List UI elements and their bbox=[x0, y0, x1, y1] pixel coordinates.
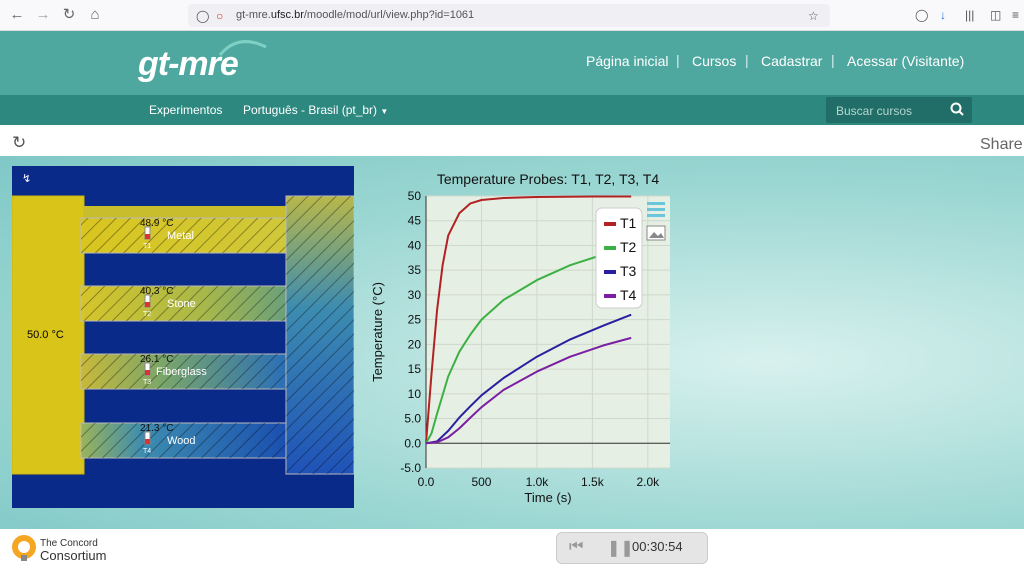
source-temp: 50.0 °C bbox=[27, 329, 64, 341]
probe-label: T2 bbox=[143, 311, 151, 318]
pause-button[interactable]: ❚❚ bbox=[607, 538, 634, 558]
reset-button[interactable]: ⏮ bbox=[569, 538, 583, 556]
y-tick-label: 10 bbox=[408, 387, 422, 401]
brand-line2: Consortium bbox=[40, 548, 107, 563]
x-tick-label: 1.0k bbox=[526, 475, 550, 489]
probe-temp: 48.9 °C bbox=[140, 218, 173, 229]
concord-brand: The Concord Consortium bbox=[40, 538, 106, 562]
sidebar-icon[interactable]: ◫ bbox=[990, 7, 1001, 23]
x-axis-ticks: 0.0 500 1.0k 1.5k 2.0k bbox=[418, 475, 660, 489]
browser-toolbar: ← → ↻ ⌂ ◯ ○ gt-mre.ufsc.br/moodle/mod/ur… bbox=[0, 0, 1024, 31]
interactive-stage: ↯ 50.0 °C 48.9 °C Metal T1 40.3 °C Stone… bbox=[0, 156, 1024, 529]
nav-home[interactable]: Página inicial bbox=[586, 53, 669, 69]
nav-separator: | bbox=[745, 52, 749, 68]
y-tick-label: 50 bbox=[408, 189, 422, 203]
y-tick-label: 25 bbox=[408, 313, 422, 327]
y-tick-label: 0.0 bbox=[404, 436, 421, 450]
elapsed-time: 00:30:54 bbox=[632, 539, 683, 554]
y-tick-label: 30 bbox=[408, 288, 422, 302]
y-axis-label: Temperature (°C) bbox=[370, 282, 385, 382]
x-axis-label: Time (s) bbox=[524, 490, 571, 505]
caret-down-icon: ▼ bbox=[380, 107, 389, 116]
concord-logo-icon bbox=[12, 535, 36, 561]
y-tick-label: 15 bbox=[408, 362, 422, 376]
y-axis-ticks: 50 45 40 35 30 25 20 15 10 5.0 0.0 -5.0 bbox=[400, 189, 421, 475]
nav-courses[interactable]: Cursos bbox=[692, 53, 736, 69]
probe-label: T1 bbox=[143, 243, 151, 250]
y-tick-label: 35 bbox=[408, 263, 422, 277]
reload-interactive-icon[interactable]: ↻ bbox=[12, 133, 26, 153]
legend-label-t3: T3 bbox=[620, 263, 637, 279]
legend-toggle-icon[interactable] bbox=[647, 202, 665, 217]
site-header: gt-mre Página inicial | Cursos | Cadastr… bbox=[0, 31, 1024, 95]
legend-swatch-t3 bbox=[604, 270, 616, 274]
probe-temp: 21.3 °C bbox=[140, 423, 173, 434]
spacer bbox=[0, 125, 1024, 132]
probe-temp: 40.3 °C bbox=[140, 286, 173, 297]
y-tick-label: -5.0 bbox=[400, 461, 421, 475]
footer-bar: ⏮ ❚❚ bbox=[0, 529, 1024, 569]
nav-separator: | bbox=[831, 52, 835, 68]
nav-login[interactable]: Acessar (Visitante) bbox=[847, 53, 964, 69]
temperature-chart[interactable]: Temperature Probes: T1, T2, T3, T4 50 45 4… bbox=[364, 164, 684, 514]
legend-label-t1: T1 bbox=[620, 215, 637, 231]
legend-swatch-t4 bbox=[604, 294, 616, 298]
x-tick-label: 1.5k bbox=[581, 475, 605, 489]
nav-experiments[interactable]: Experimentos bbox=[149, 103, 222, 117]
x-tick-label: 0.0 bbox=[418, 475, 435, 489]
lightning-icon[interactable]: ↯ bbox=[22, 172, 31, 185]
reload-icon[interactable]: ↻ bbox=[60, 6, 78, 24]
nav-separator: | bbox=[676, 52, 680, 68]
interactive-toolbar: ↻ Share bbox=[0, 132, 1024, 156]
home-icon[interactable]: ⌂ bbox=[86, 6, 104, 24]
language-select[interactable]: Português - Brasil (pt_br) ▼ bbox=[243, 103, 388, 117]
heat-sink-hatch bbox=[286, 196, 354, 474]
bar-label: Metal bbox=[167, 230, 194, 242]
y-tick-label: 40 bbox=[408, 238, 422, 252]
y-tick-label: 45 bbox=[408, 214, 422, 228]
secondary-nav: Experimentos Português - Brasil (pt_br) … bbox=[0, 95, 1024, 125]
nav-signup[interactable]: Cadastrar bbox=[761, 53, 822, 69]
probe-label: T3 bbox=[143, 379, 151, 386]
x-tick-label: 2.0k bbox=[636, 475, 660, 489]
image-export-icon[interactable] bbox=[646, 225, 666, 241]
logo-swoosh bbox=[218, 40, 267, 56]
pocket-icon[interactable]: ◯ bbox=[915, 7, 928, 23]
lock-icon[interactable]: ○ bbox=[216, 8, 223, 24]
y-tick-label: 5.0 bbox=[404, 412, 421, 426]
library-icon[interactable]: ||| bbox=[965, 7, 974, 23]
download-icon[interactable]: ↓ bbox=[940, 7, 946, 23]
bar-label: Wood bbox=[167, 435, 196, 447]
heat-simulation[interactable]: ↯ 50.0 °C 48.9 °C Metal T1 40.3 °C Stone… bbox=[12, 166, 354, 508]
legend-swatch-t1 bbox=[604, 222, 616, 226]
bookmark-star-icon[interactable]: ☆ bbox=[808, 8, 819, 24]
legend-swatch-t2 bbox=[604, 246, 616, 250]
bar-label: Fiberglass bbox=[156, 366, 207, 378]
y-tick-label: 20 bbox=[408, 337, 422, 351]
chart-legend[interactable]: T1 T2 T3 T4 bbox=[595, 207, 643, 309]
address-bar[interactable]: ◯ ○ gt-mre.ufsc.br/moodle/mod/url/view.p… bbox=[188, 4, 830, 27]
chart-title: Temperature Probes: T1, T2, T3, T4 bbox=[437, 171, 660, 187]
share-button[interactable]: Share bbox=[980, 136, 1023, 154]
shield-icon[interactable]: ◯ bbox=[196, 8, 209, 24]
x-tick-label: 500 bbox=[471, 475, 491, 489]
url-text[interactable]: gt-mre.ufsc.br/moodle/mod/url/view.php?i… bbox=[236, 9, 474, 21]
search-input[interactable]: Buscar cursos bbox=[836, 104, 912, 118]
legend-label-t4: T4 bbox=[620, 287, 637, 303]
back-icon[interactable]: ← bbox=[8, 6, 26, 24]
search-icon[interactable] bbox=[950, 102, 964, 116]
probe-label: T4 bbox=[143, 448, 151, 455]
legend-label-t2: T2 bbox=[620, 239, 637, 255]
probe-temp: 26.1 °C bbox=[140, 354, 173, 365]
language-label: Português - Brasil (pt_br) bbox=[243, 103, 378, 117]
menu-icon[interactable]: ≡ bbox=[1012, 7, 1019, 23]
forward-icon[interactable]: → bbox=[34, 6, 52, 24]
bar-label: Stone bbox=[167, 298, 196, 310]
course-search[interactable]: Buscar cursos bbox=[826, 97, 972, 123]
simulation-canvas[interactable]: ↯ 50.0 °C 48.9 °C Metal T1 40.3 °C Stone… bbox=[12, 166, 354, 508]
